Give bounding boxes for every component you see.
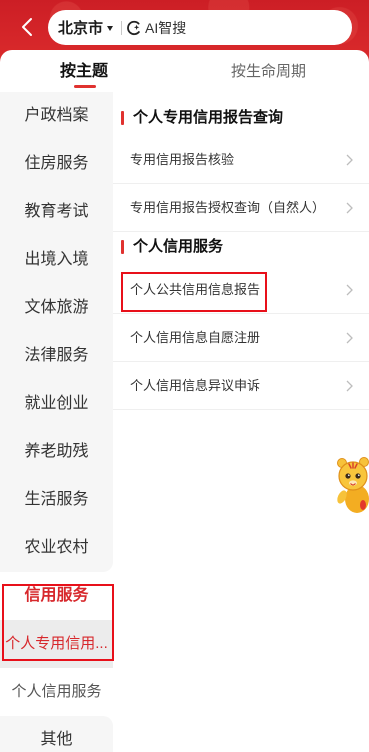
category-sidebar: 户政档案 住房服务 教育考试 出境入境 文体旅游 法律服务 就业创业 养老助残 … [0, 92, 113, 752]
search-input-label[interactable]: AI智搜 [145, 18, 186, 38]
sidebar-item-living[interactable]: 生活服务 [0, 476, 113, 524]
search-divider [121, 20, 123, 35]
section-marker [121, 111, 124, 125]
sidebar-item-entry-exit[interactable]: 出境入境 [0, 236, 113, 284]
service-list: 个人专用信用报告查询 专用信用报告核验 专用信用报告授权查询（自然人） 个人信用… [113, 92, 369, 752]
section-title: 个人专用信用报告查询 [133, 109, 284, 126]
section-header: 个人专用信用报告查询 [113, 92, 369, 136]
ai-search-icon [127, 20, 140, 35]
chevron-right-icon [346, 380, 353, 392]
list-item[interactable]: 个人公共信用信息报告 [113, 266, 369, 314]
sidebar-item-credit[interactable]: 信用服务 [0, 572, 113, 620]
list-item[interactable]: 专用信用报告授权查询（自然人） [113, 184, 369, 232]
sidebar-subitem-personal-special-credit[interactable]: 个人专用信用... [0, 620, 113, 668]
sidebar-item-employment[interactable]: 就业创业 [0, 380, 113, 428]
chevron-right-icon [346, 154, 353, 166]
list-item[interactable]: 专用信用报告核验 [113, 136, 369, 184]
section-header: 个人信用服务 [113, 232, 369, 266]
sidebar-item-other[interactable]: 其他 [0, 716, 113, 752]
chevron-right-icon [346, 202, 353, 214]
sidebar-item-elderly-disabled[interactable]: 养老助残 [0, 428, 113, 476]
back-button[interactable] [14, 14, 40, 40]
section-marker [121, 240, 124, 254]
mascot-tiger-icon[interactable] [333, 453, 369, 517]
sidebar-item-housing[interactable]: 住房服务 [0, 140, 113, 188]
list-item-label: 专用信用报告核验 [130, 152, 235, 167]
sidebar-item-legal[interactable]: 法律服务 [0, 332, 113, 380]
list-item-label: 个人信用信息自愿注册 [130, 330, 261, 345]
list-item-label: 专用信用报告授权查询（自然人） [130, 200, 326, 215]
chevron-left-icon [22, 18, 32, 36]
section-title: 个人信用服务 [133, 238, 224, 255]
tab-by-lifecycle[interactable]: 按生命周期 [168, 50, 369, 92]
list-item[interactable]: 个人信用信息异议申诉 [113, 362, 369, 410]
sidebar-item-agriculture[interactable]: 农业农村 [0, 524, 113, 572]
caret-down-icon[interactable] [107, 25, 114, 31]
chevron-right-icon [346, 332, 353, 344]
city-selector[interactable]: 北京市 [58, 17, 103, 38]
sidebar-item-household[interactable]: 户政档案 [0, 92, 113, 140]
sidebar-item-education[interactable]: 教育考试 [0, 188, 113, 236]
list-item-label: 个人信用信息异议申诉 [130, 378, 261, 393]
search-bar[interactable]: 北京市 AI智搜 [48, 10, 352, 45]
active-tab-indicator [74, 85, 96, 88]
list-item[interactable]: 个人信用信息自愿注册 [113, 314, 369, 362]
chevron-right-icon [346, 284, 353, 296]
list-item-label: 个人公共信用信息报告 [130, 282, 261, 297]
main-panel: 按主题 按生命周期 户政档案 住房服务 教育考试 出境入境 文体旅游 法律服务 … [0, 50, 369, 752]
sidebar-item-culture-tourism[interactable]: 文体旅游 [0, 284, 113, 332]
sidebar-subitem-personal-credit-service[interactable]: 个人信用服务 [0, 668, 113, 716]
